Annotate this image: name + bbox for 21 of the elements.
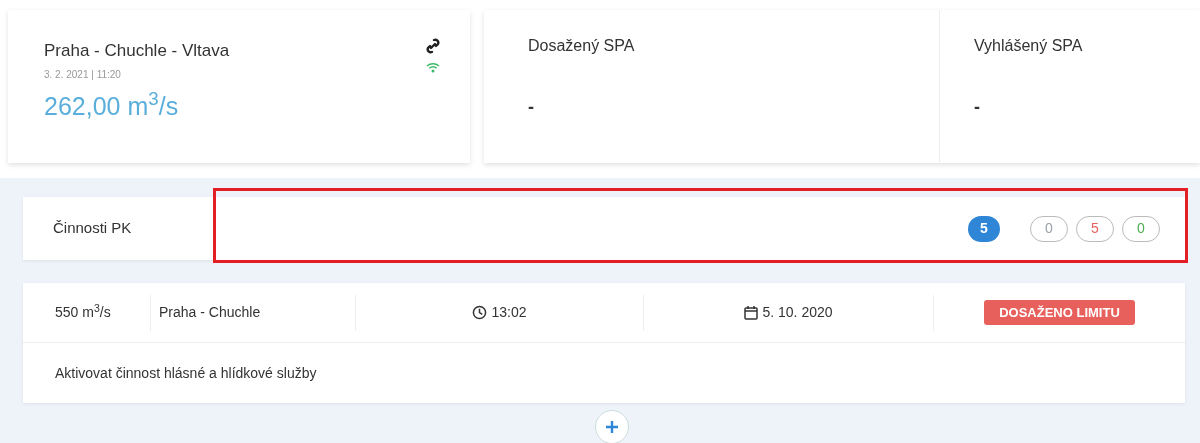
spa-label: Dosažený SPA: [528, 36, 636, 56]
station-name: Praha - Chuchle - Vltava: [44, 40, 230, 62]
limit-flow: 550 m$^{3}$/s: [55, 302, 112, 322]
add-button[interactable]: [595, 410, 629, 443]
calendar-icon: [744, 305, 759, 320]
status-label: DOSAŽENO LIMITU: [984, 299, 1135, 326]
link-icon[interactable]: [426, 38, 440, 54]
limit-time: 13:02: [491, 303, 527, 322]
action-text: Aktivovat činnost hlásné a hlídkové služby: [55, 363, 317, 383]
timestamp: 3. 2. 2021 | 11:20: [44, 67, 122, 82]
total-count: 5: [968, 215, 1000, 242]
wifi-icon: [426, 62, 440, 73]
limit-date: 5. 10. 2020: [762, 303, 833, 322]
flow-value: 262,00 m$^{3}$/s: [44, 87, 180, 122]
limit-place: Praha - Chuchle: [150, 294, 355, 331]
clock-icon: [472, 305, 488, 320]
spa-value: -: [974, 96, 981, 119]
activities-title: Činnosti PK: [53, 218, 132, 239]
spa-label: Vyhlášený SPA: [974, 36, 1083, 56]
plus-icon: [605, 420, 619, 434]
spa-value: -: [528, 96, 535, 119]
